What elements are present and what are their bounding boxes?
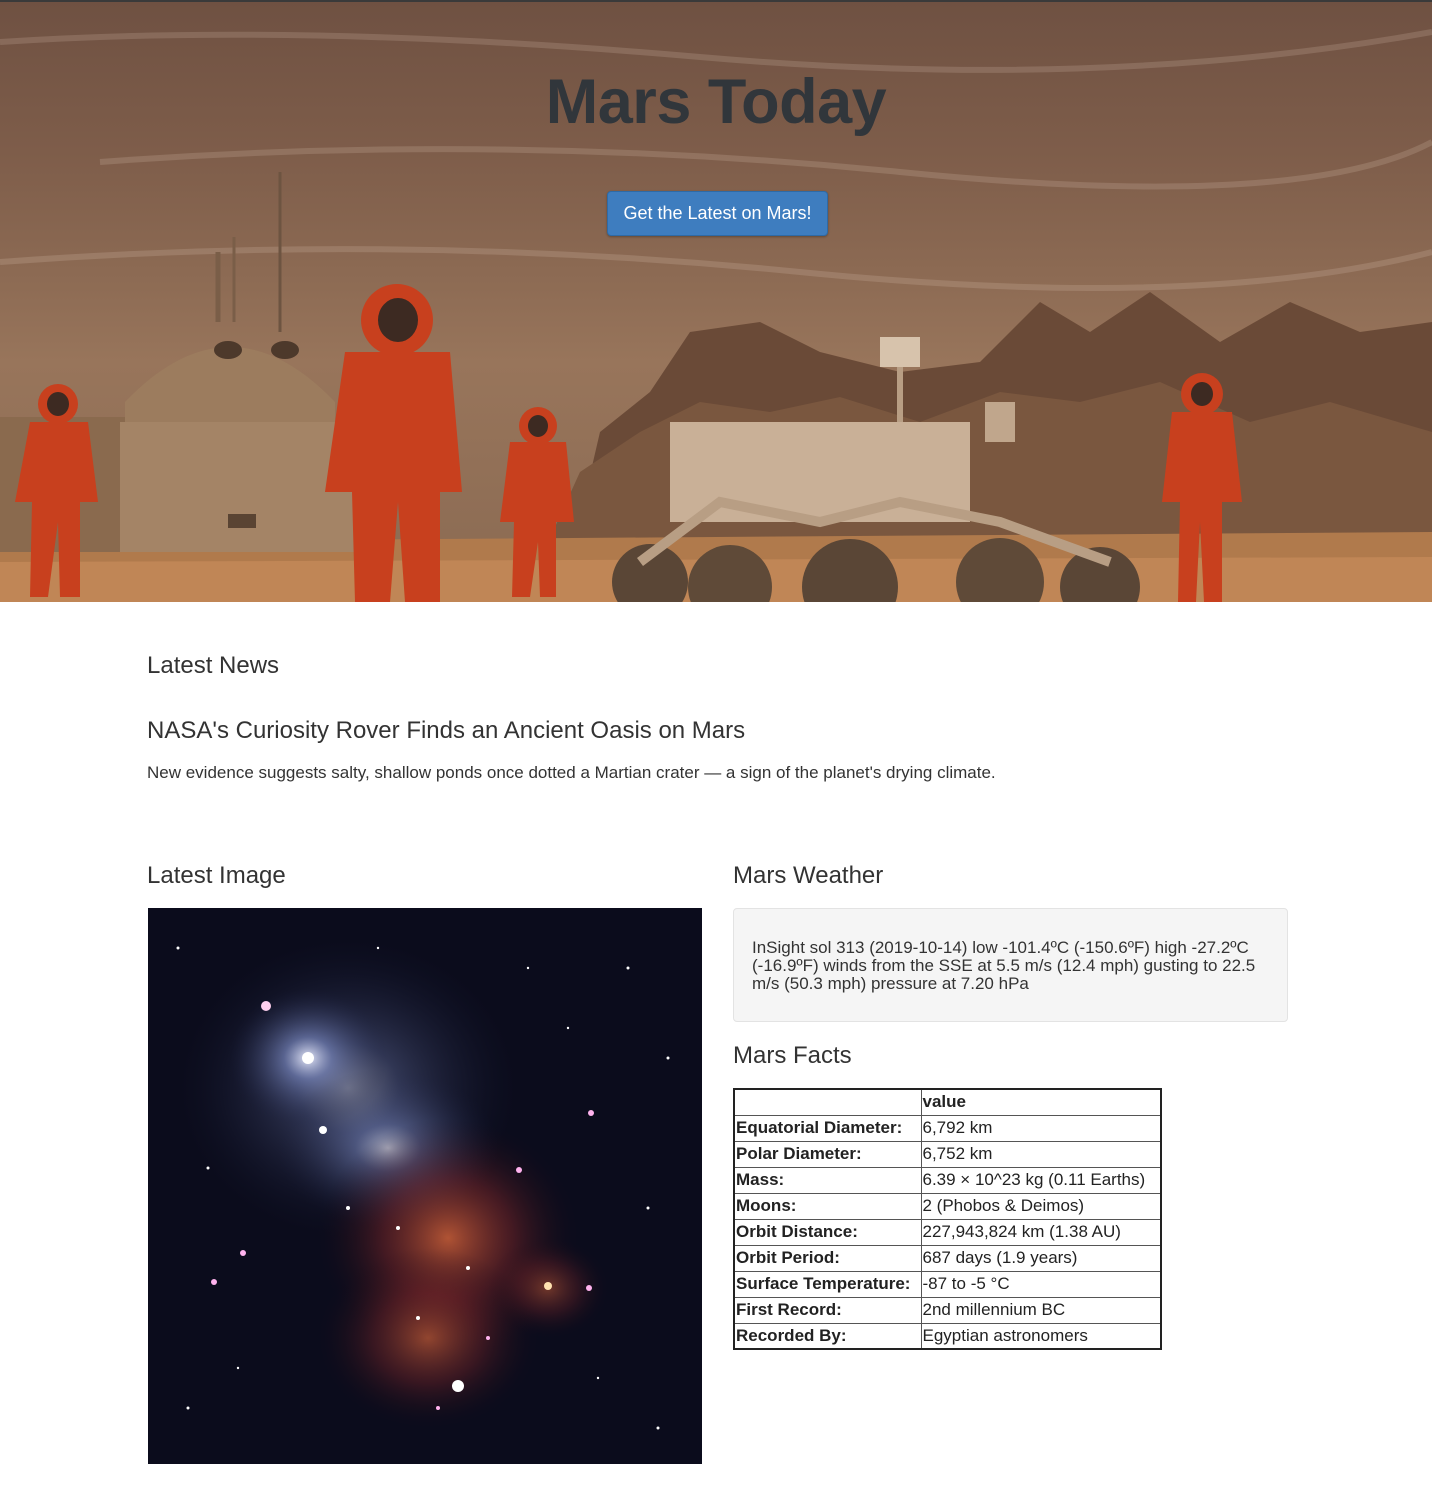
latest-image-heading: Latest Image (147, 862, 286, 889)
fact-label: Polar Diameter: (733, 1140, 922, 1168)
fact-label: Recorded By: (733, 1322, 922, 1350)
page-title: Mars Today (545, 67, 887, 137)
fact-value: 6,792 km (920, 1114, 1162, 1142)
table-row: Mass: 6.39 × 10^23 kg (0.11 Earths) (733, 1166, 1162, 1194)
fact-label: Mass: (733, 1166, 922, 1194)
fact-label: Orbit Distance: (733, 1218, 922, 1246)
mars-facts-heading: Mars Facts (733, 1042, 852, 1069)
table-row: Orbit Distance: 227,943,824 km (1.38 AU) (733, 1218, 1162, 1246)
table-row: Recorded By: Egyptian astronomers (733, 1322, 1162, 1350)
table-header-cell: value (920, 1088, 1162, 1116)
table-row: First Record: 2nd millennium BC (733, 1296, 1162, 1324)
nebula-image (148, 908, 702, 1464)
hero-jumbotron: Mars Today Get the Latest on Mars! (0, 0, 1432, 602)
latest-news-heading: Latest News (147, 652, 280, 679)
fact-value: -87 to -5 °C (920, 1270, 1162, 1298)
fact-value: 6,752 km (920, 1140, 1162, 1168)
fact-value: 227,943,824 km (1.38 AU) (920, 1218, 1162, 1246)
table-header-cell (733, 1088, 922, 1116)
get-latest-button[interactable]: Get the Latest on Mars! (607, 191, 828, 236)
news-teaser: New evidence suggests salty, shallow pon… (147, 763, 996, 782)
table-row: Polar Diameter: 6,752 km (733, 1140, 1162, 1168)
fact-value: 687 days (1.9 years) (920, 1244, 1162, 1272)
table-row: Orbit Period: 687 days (1.9 years) (733, 1244, 1162, 1272)
weather-text: InSight sol 313 (2019-10-14) low -101.4º… (752, 938, 1256, 993)
weather-card: InSight sol 313 (2019-10-14) low -101.4º… (733, 908, 1288, 1022)
mars-weather-heading: Mars Weather (733, 862, 884, 889)
featured-space-image (148, 908, 702, 1464)
fact-label: Surface Temperature: (733, 1270, 922, 1298)
news-title: NASA's Curiosity Rover Finds an Ancient … (147, 717, 746, 744)
fact-label: Moons: (733, 1192, 922, 1220)
fact-value: 2 (Phobos & Deimos) (920, 1192, 1162, 1220)
table-row: Surface Temperature: -87 to -5 °C (733, 1270, 1162, 1298)
fact-label: Equatorial Diameter: (733, 1114, 922, 1142)
table-header-row: value (733, 1088, 1162, 1116)
fact-label: First Record: (733, 1296, 922, 1324)
table-row: Moons: 2 (Phobos & Deimos) (733, 1192, 1162, 1220)
mars-facts-table: value Equatorial Diameter: 6,792 km Pola… (733, 1088, 1162, 1350)
fact-value: 6.39 × 10^23 kg (0.11 Earths) (920, 1166, 1162, 1194)
fact-value: 2nd millennium BC (920, 1296, 1162, 1324)
fact-value: Egyptian astronomers (920, 1322, 1162, 1350)
table-row: Equatorial Diameter: 6,792 km (733, 1114, 1162, 1142)
fact-label: Orbit Period: (733, 1244, 922, 1272)
